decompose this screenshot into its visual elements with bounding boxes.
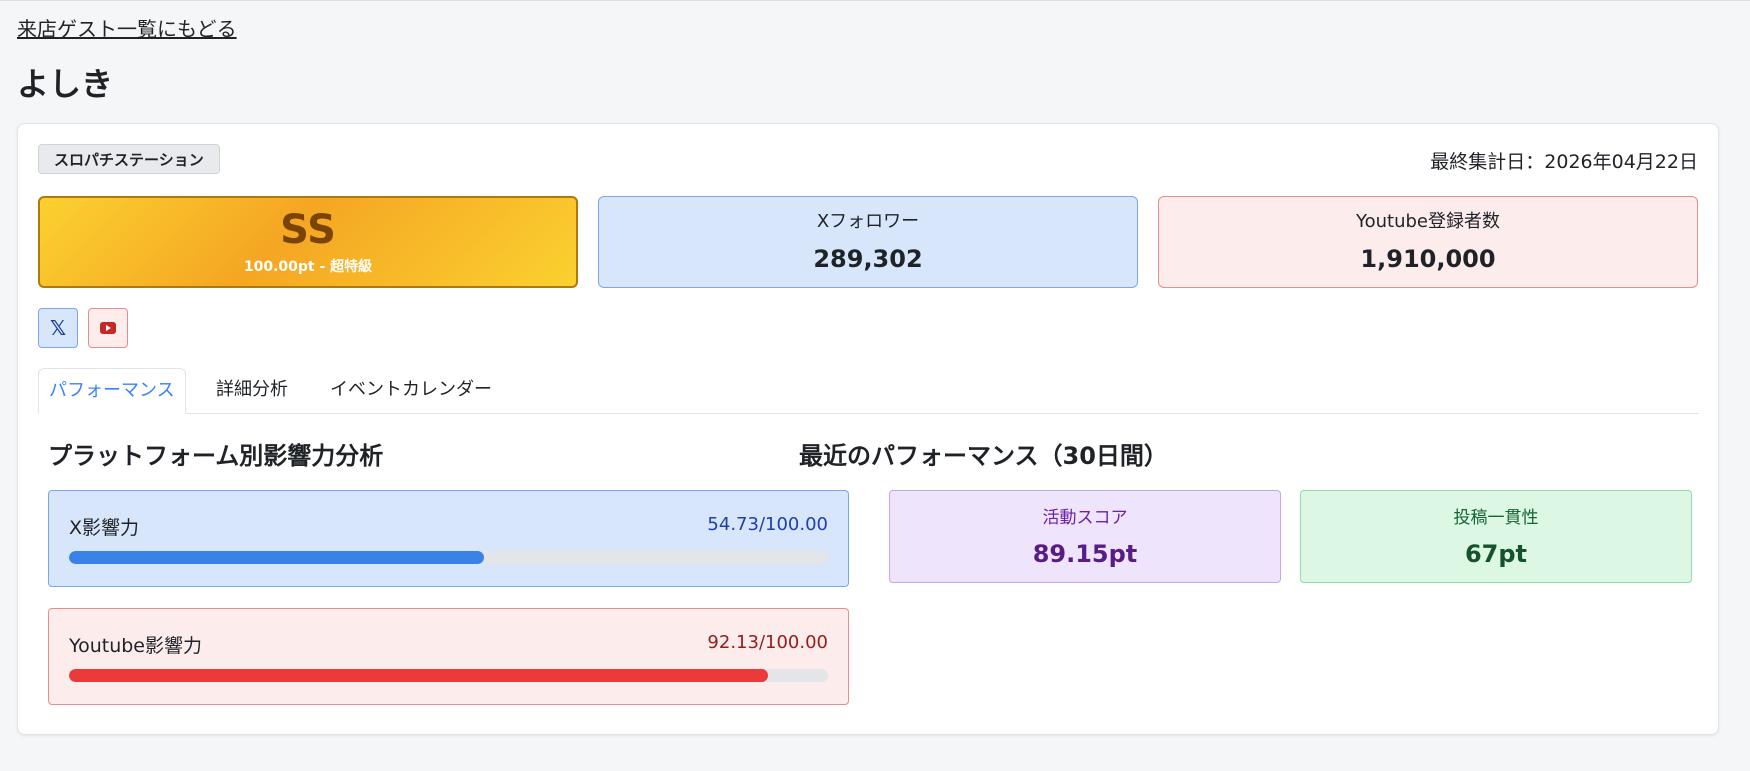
activity-score-card: 活動スコア 89.15pt: [889, 490, 1281, 583]
guest-detail-page: 来店ゲスト一覧にもどる よしき スロパチステーション 最終集計日：2026年04…: [0, 0, 1750, 771]
youtube-channel-button[interactable]: [88, 308, 128, 348]
tab-event-calendar[interactable]: イベントカレンダー: [320, 368, 502, 414]
x-followers-label: Xフォロワー: [816, 211, 920, 232]
x-followers-value: 289,302: [813, 245, 923, 273]
x-profile-button[interactable]: 𝕏: [38, 308, 78, 348]
tab-performance[interactable]: パフォーマンス: [38, 368, 186, 414]
youtube-subscribers-value: 1,910,000: [1360, 245, 1496, 273]
x-followers-card: Xフォロワー 289,302: [598, 196, 1138, 288]
activity-score-label: 活動スコア: [1042, 508, 1128, 528]
youtube-influence-bar-track: [69, 669, 828, 682]
page-title: よしき: [17, 65, 114, 103]
guest-profile-card: スロパチステーション 最終集計日：2026年04月22日 SS 100.00pt…: [17, 123, 1719, 735]
influence-section-title: プラットフォーム別影響力分析: [48, 442, 384, 470]
x-logo-icon: 𝕏: [49, 316, 67, 340]
posting-consistency-card: 投稿一貫性 67pt: [1300, 490, 1692, 583]
rank-points: 100.00pt - 超特級: [243, 259, 373, 275]
last-aggregated-date: 最終集計日：2026年04月22日: [1430, 151, 1698, 173]
performance-section-title: 最近のパフォーマンス（30日間）: [799, 442, 1168, 470]
x-influence-label: X影響力: [69, 517, 140, 539]
x-influence-bar-track: [69, 551, 828, 564]
youtube-subscribers-card: Youtube登録者数 1,910,000: [1158, 196, 1698, 288]
rank-card: SS 100.00pt - 超特級: [38, 196, 578, 288]
store-badge: スロパチステーション: [38, 144, 220, 174]
tab-detailed-analysis[interactable]: 詳細分析: [206, 368, 298, 414]
tab-bar: パフォーマンス 詳細分析 イベントカレンダー: [38, 368, 1699, 414]
posting-consistency-value: 67pt: [1464, 540, 1528, 568]
youtube-subscribers-label: Youtube登録者数: [1356, 211, 1500, 232]
youtube-influence-score: 92.13/100.00: [707, 632, 828, 653]
youtube-logo-icon: [100, 322, 116, 334]
x-influence-score: 54.73/100.00: [707, 514, 828, 535]
rank-letter: SS: [280, 207, 336, 253]
x-influence-bar-fill: [69, 551, 485, 564]
x-influence-card: X影響力 54.73/100.00: [48, 490, 849, 587]
youtube-influence-card: Youtube影響力 92.13/100.00: [48, 608, 849, 705]
posting-consistency-label: 投稿一貫性: [1453, 508, 1539, 528]
back-to-guest-list-link[interactable]: 来店ゲスト一覧にもどる: [17, 13, 237, 42]
youtube-influence-label: Youtube影響力: [69, 635, 202, 657]
youtube-influence-bar-fill: [69, 669, 769, 682]
activity-score-value: 89.15pt: [1032, 540, 1138, 568]
